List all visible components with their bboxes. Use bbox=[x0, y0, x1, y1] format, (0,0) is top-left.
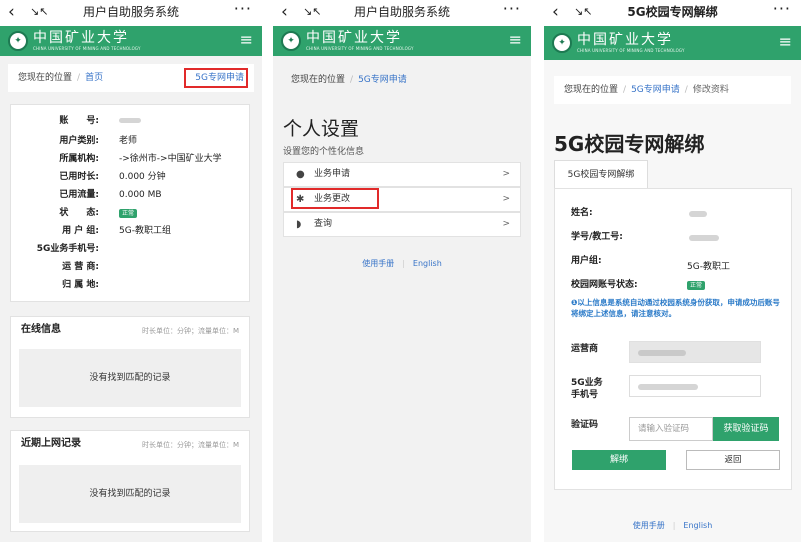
breadcrumb: 您现在的位置/5G专网申请 / 修改资料 bbox=[554, 76, 791, 104]
group-label: 用户组: bbox=[571, 256, 602, 266]
more-options-icon[interactable]: ··· bbox=[234, 0, 252, 18]
browser-topbar: ‹ ↘↖ 5G校园专网解绑 ··· bbox=[544, 0, 801, 26]
chevron-right-icon: > bbox=[502, 169, 510, 179]
back-button[interactable]: 返回 bbox=[686, 450, 780, 470]
group-value: 5G-教职工 bbox=[687, 262, 730, 272]
breadcrumb-prefix: 您现在的位置 bbox=[564, 85, 619, 95]
browser-topbar: ‹ ↘↖ 用户自助服务系统 ··· bbox=[0, 0, 262, 26]
unbind-button[interactable]: 解绑 bbox=[572, 450, 666, 470]
logo-english-name: CHINA UNIVERSITY OF MINING AND TECHNOLOG… bbox=[306, 46, 414, 51]
page-title: 用户自助服务系统 bbox=[353, 5, 450, 19]
highlight-box bbox=[184, 68, 248, 88]
logo-english-name: CHINA UNIVERSITY OF MINING AND TECHNOLOG… bbox=[577, 48, 685, 53]
page-title: 5G校园专网解绑 bbox=[627, 5, 718, 19]
header-banner: ✦ 中国矿业大学 CHINA UNIVERSITY OF MINING AND … bbox=[544, 26, 801, 60]
university-seal-icon: ✦ bbox=[8, 31, 28, 51]
status-badge: 正常 bbox=[119, 209, 138, 218]
logo-chinese-name: 中国矿业大学 bbox=[306, 30, 402, 46]
id-label: 学号/教工号: bbox=[571, 232, 623, 242]
chevron-right-icon: > bbox=[502, 194, 510, 204]
hamburger-menu-icon[interactable]: ≡ bbox=[240, 30, 253, 50]
menu-item-business-apply[interactable]: ● 业务申请 > bbox=[283, 162, 521, 187]
menu-item-query[interactable]: ◗ 查询 > bbox=[283, 212, 521, 237]
more-options-icon[interactable]: ··· bbox=[503, 0, 521, 18]
account-status-label: 校园网账号状态: bbox=[571, 280, 638, 290]
manual-link[interactable]: 使用手册 bbox=[633, 521, 665, 530]
settings-subtitle: 设置您的个性化信息 bbox=[283, 147, 365, 157]
browser-topbar: ‹ ↘↖ 用户自助服务系统 ··· bbox=[273, 0, 531, 26]
phone-panel-personal-settings: ‹ ↘↖ 用户自助服务系统 ··· ✦ 中国矿业大学 CHINA UNIVERS… bbox=[273, 0, 531, 542]
breadcrumb-current: 修改资料 bbox=[692, 85, 729, 95]
chevron-right-icon: > bbox=[502, 219, 510, 229]
carrier-field bbox=[629, 341, 761, 363]
verification-code-input[interactable]: 请输入验证码 bbox=[629, 417, 713, 441]
more-options-icon[interactable]: ··· bbox=[773, 0, 791, 18]
recent-units-note: 时长单位：分钟；流量单位：M bbox=[141, 441, 239, 449]
breadcrumb-home-link[interactable]: 首页 bbox=[85, 73, 103, 83]
footer-links: 使用手册 | English bbox=[362, 259, 442, 268]
hamburger-menu-icon[interactable]: ≡ bbox=[509, 30, 522, 50]
breadcrumb-prefix: 您现在的位置 bbox=[291, 75, 346, 85]
highlight-box bbox=[291, 188, 379, 209]
logo-chinese-name: 中国矿业大学 bbox=[577, 32, 673, 48]
get-code-button[interactable]: 获取验证码 bbox=[713, 417, 779, 441]
university-logo: ✦ 中国矿业大学 CHINA UNIVERSITY OF MINING AND … bbox=[552, 31, 685, 55]
breadcrumb-mid-link[interactable]: 5G专网申请 bbox=[631, 85, 680, 95]
phone-field[interactable] bbox=[629, 375, 761, 397]
unbind-form: 姓名: 学号/教工号: 用户组: 5G-教职工 校园网账号状态: 正常 ❶以上信… bbox=[554, 188, 792, 490]
recent-records-section: 近期上网记录 时长单位：分钟；流量单位：M 没有找到匹配的记录 bbox=[10, 430, 250, 532]
english-link[interactable]: English bbox=[413, 259, 442, 268]
phone-panel-self-service: ‹ ↘↖ 用户自助服务系统 ··· ✦ 中国矿业大学 CHINA UNIVERS… bbox=[0, 0, 262, 542]
hamburger-menu-icon[interactable]: ≡ bbox=[779, 32, 792, 52]
name-label: 姓名: bbox=[571, 208, 593, 218]
recent-records-title: 近期上网记录 bbox=[21, 438, 81, 449]
shield-icon: ◗ bbox=[296, 219, 302, 230]
phone-panel-5g-unbind: ‹ ↘↖ 5G校园专网解绑 ··· ✦ 中国矿业大学 CHINA UNIVERS… bbox=[544, 0, 801, 542]
header-banner: ✦ 中国矿业大学 CHINA UNIVERSITY OF MINING AND … bbox=[0, 26, 262, 56]
phone-label: 5G业务 手机号 bbox=[571, 378, 603, 400]
english-link[interactable]: English bbox=[683, 521, 712, 530]
university-logo: ✦ 中国矿业大学 CHINA UNIVERSITY OF MINING AND … bbox=[8, 29, 141, 53]
online-info-title: 在线信息 bbox=[21, 324, 61, 335]
unbind-heading: 5G校园专网解绑 bbox=[554, 132, 705, 156]
university-logo: ✦ 中国矿业大学 CHINA UNIVERSITY OF MINING AND … bbox=[281, 29, 414, 53]
online-units-note: 时长单位：分钟；流量单位：M bbox=[141, 327, 239, 335]
university-seal-icon: ✦ bbox=[281, 31, 301, 51]
status-badge: 正常 bbox=[687, 281, 706, 290]
page-title: 用户自助服务系统 bbox=[82, 5, 179, 19]
account-info-card: 账 号: 用户类别: 老师 所属机构: ->徐州市->中国矿业大学 已用时长: 0.0… bbox=[10, 104, 250, 302]
code-label: 验证码 bbox=[571, 420, 599, 430]
logo-english-name: CHINA UNIVERSITY OF MINING AND TECHNOLOG… bbox=[33, 46, 141, 51]
university-seal-icon: ✦ bbox=[552, 33, 572, 53]
online-empty-message: 没有找到匹配的记录 bbox=[19, 349, 241, 407]
logo-chinese-name: 中国矿业大学 bbox=[33, 30, 129, 46]
online-info-section: 在线信息 时长单位：分钟；流量单位：M 没有找到匹配的记录 bbox=[10, 316, 250, 418]
tab-5g-unbind[interactable]: 5G校园专网解绑 bbox=[554, 160, 648, 189]
breadcrumb-prefix: 您现在的位置 bbox=[18, 73, 73, 83]
header-banner: ✦ 中国矿业大学 CHINA UNIVERSITY OF MINING AND … bbox=[273, 26, 531, 56]
info-notice: ❶以上信息是系统自动通过校园系统身份获取，申请成功后账号将绑定上述信息，请注意核… bbox=[571, 298, 780, 318]
breadcrumb: 您现在的位置/5G专网申请 bbox=[281, 66, 523, 94]
settings-title: 个人设置 bbox=[283, 118, 360, 140]
carrier-label: 运营商 bbox=[571, 344, 599, 354]
recent-empty-message: 没有找到匹配的记录 bbox=[19, 465, 241, 523]
breadcrumb-current-link[interactable]: 5G专网申请 bbox=[358, 75, 407, 85]
manual-link[interactable]: 使用手册 bbox=[362, 259, 394, 268]
user-icon: ● bbox=[296, 169, 305, 180]
footer-links: 使用手册 | English bbox=[632, 521, 713, 530]
